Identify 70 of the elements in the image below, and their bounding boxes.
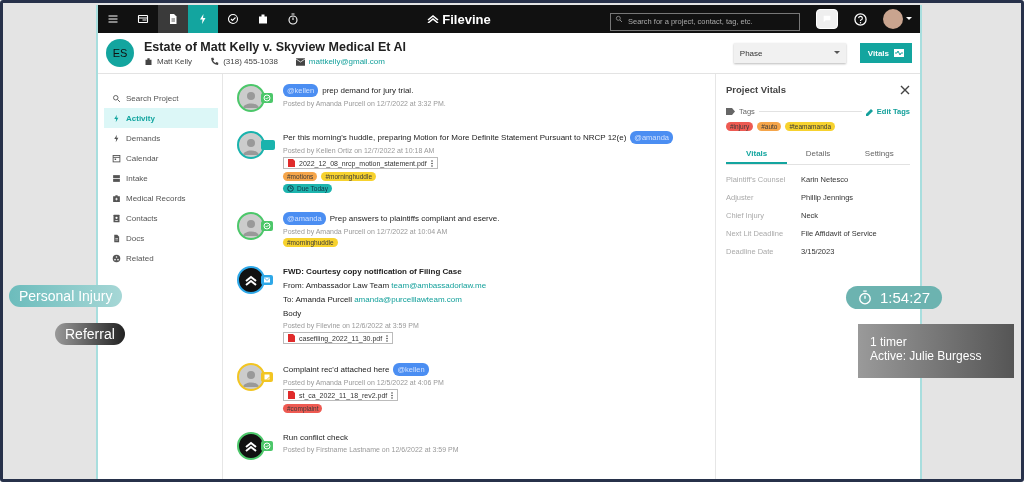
sidebar-item[interactable]: Calendar bbox=[104, 148, 218, 168]
briefcase-icon bbox=[144, 57, 153, 66]
search-icon bbox=[112, 93, 121, 103]
app-logo: Filevine bbox=[442, 11, 491, 27]
sidebar-item[interactable]: Medical Records bbox=[104, 188, 218, 208]
post-text: Complaint rec'd attached here bbox=[283, 364, 390, 375]
caret-icon bbox=[833, 51, 840, 55]
stopwatch-icon bbox=[858, 290, 872, 305]
email-from: From: Ambassador Law Team team@ambassadorlaw.me bbox=[283, 280, 487, 291]
panel-icon bbox=[137, 13, 149, 25]
panel-tab[interactable]: Details bbox=[787, 145, 849, 164]
chat-button[interactable] bbox=[816, 9, 838, 29]
tag-icon bbox=[726, 108, 735, 115]
sidebar-item[interactable]: Intake bbox=[104, 168, 218, 188]
email-link[interactable]: mattkelly@gmail.com bbox=[308, 57, 385, 66]
document-icon bbox=[167, 13, 179, 25]
server-icon bbox=[112, 173, 121, 183]
more-icon[interactable] bbox=[430, 159, 433, 167]
briefcase-icon bbox=[257, 13, 269, 25]
pulse-icon bbox=[894, 49, 904, 57]
pdf-icon bbox=[288, 391, 295, 399]
toolbar-button[interactable] bbox=[158, 5, 188, 33]
help-icon[interactable] bbox=[854, 12, 867, 26]
user-avatar[interactable] bbox=[883, 9, 903, 29]
panel-title: Project Vitals bbox=[726, 84, 787, 95]
email-link[interactable]: team@ambassadorlaw.me bbox=[391, 281, 487, 290]
email-subject: FWD: Courtesy copy notification of Filing Case bbox=[283, 266, 462, 277]
document-icon bbox=[112, 233, 121, 243]
close-icon bbox=[900, 84, 910, 95]
sidebar-item[interactable]: Contacts bbox=[104, 208, 218, 228]
sidebar-item[interactable]: Docs bbox=[104, 228, 218, 248]
calendar-icon bbox=[112, 153, 121, 163]
caret-icon[interactable] bbox=[906, 17, 912, 21]
pencil-icon bbox=[865, 107, 874, 116]
case-type-chip: Personal Injury bbox=[9, 285, 123, 307]
email-link[interactable]: amanda@purcelllawteam.com bbox=[354, 295, 462, 304]
project-initials-avatar: ES bbox=[106, 39, 134, 67]
more-icon[interactable] bbox=[391, 391, 394, 399]
close-button[interactable] bbox=[900, 84, 910, 95]
client-name: Matt Kelly bbox=[157, 57, 193, 66]
post-text: prep demand for jury trial. bbox=[322, 85, 414, 96]
post-text: Run conflict check bbox=[283, 432, 348, 443]
clock-icon bbox=[287, 185, 294, 192]
phase-dropdown[interactable]: Phase bbox=[733, 43, 846, 63]
case-type-chip: Referral bbox=[55, 323, 125, 345]
email-body: Body bbox=[283, 308, 302, 319]
sidebar-item[interactable]: Related bbox=[104, 248, 218, 268]
phone-number: (318) 455-1038 bbox=[223, 57, 278, 66]
email-to: To: Amanda Purcell amanda@purcelllawteam.com bbox=[283, 294, 462, 305]
medical-kit-icon bbox=[112, 193, 121, 203]
phone-icon bbox=[210, 57, 220, 66]
sidebar-item[interactable]: Demands bbox=[104, 128, 218, 148]
network-icon bbox=[112, 253, 121, 263]
contact-card-icon bbox=[112, 213, 121, 223]
mail-icon bbox=[295, 57, 305, 66]
more-icon[interactable] bbox=[386, 334, 389, 342]
project-title: Estate of Matt Kelly v. Skyview Medical Et Al bbox=[144, 40, 407, 54]
logo-icon bbox=[427, 15, 440, 23]
panel-tab[interactable]: Settings bbox=[848, 145, 910, 164]
sidebar-item[interactable]: Search Project bbox=[104, 88, 218, 108]
tooltip-text: Active: Julie Burgess bbox=[870, 349, 983, 363]
pdf-icon bbox=[288, 159, 295, 167]
tooltip-text: 1 timer bbox=[870, 335, 908, 349]
pdf-icon bbox=[288, 334, 295, 342]
menu-icon bbox=[107, 13, 119, 25]
post-text: Per this morning's huddle, preparing Motion for More Definite Statement Pursuant to NRCP 12(e) bbox=[283, 132, 627, 143]
search-icon bbox=[615, 15, 623, 23]
stopwatch-icon bbox=[287, 13, 299, 25]
post-text: Prep answers to plaintiffs compliant and eserve. bbox=[329, 213, 500, 224]
check-circle-icon bbox=[227, 13, 239, 25]
